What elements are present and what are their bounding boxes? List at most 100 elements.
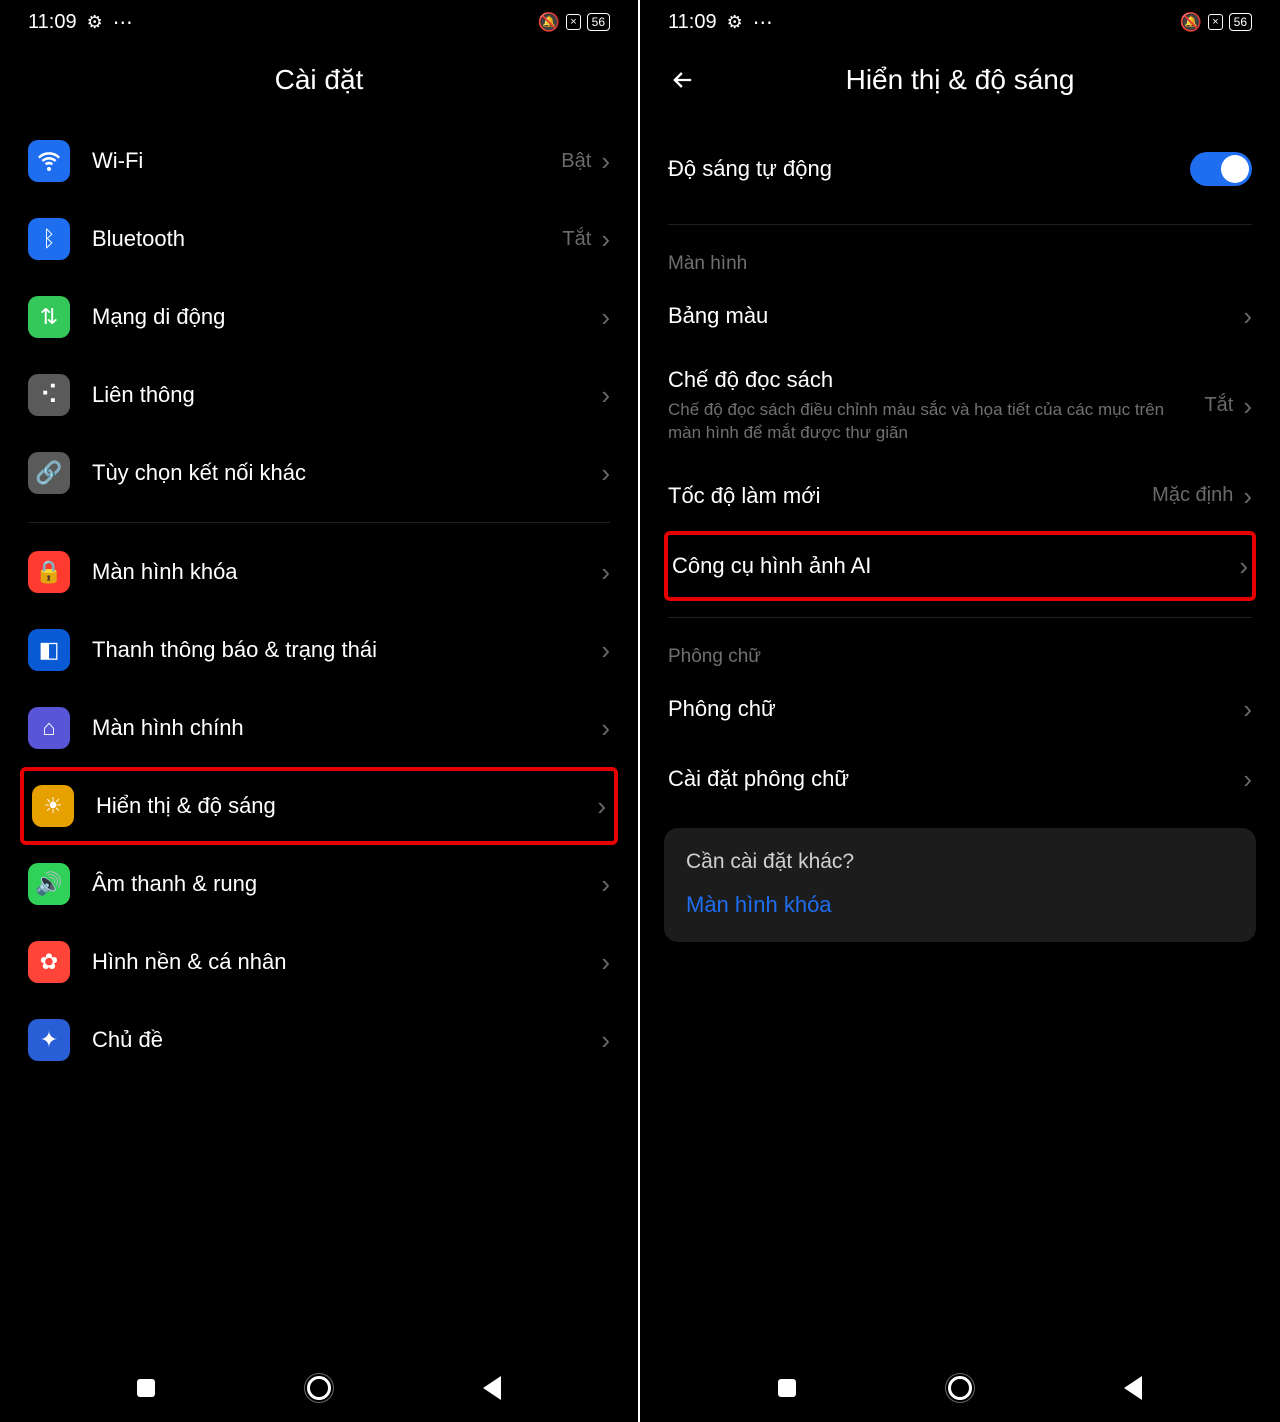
- battery-icon: 56: [1229, 13, 1252, 31]
- chevron-right-icon: ›: [1243, 303, 1252, 329]
- settings-list[interactable]: Wi-FiBật › ᛒ BluetoothTắt › ⇅Mạng di động› ⠪ Li…: [0, 116, 638, 1354]
- settings-row-lockscreen[interactable]: 🔒Màn hình khóa›: [0, 533, 638, 611]
- row-label: Màn hình chính: [92, 715, 601, 741]
- page-title: Cài đặt: [275, 64, 364, 96]
- row-value: Mặc định: [1152, 484, 1233, 507]
- display-settings-screen: 11:09 ⚙ ⋯ 🔕 × 56 Hiển thị & độ sáng Độ s…: [640, 0, 1280, 1422]
- settings-row-mobile-data[interactable]: ⇅Mạng di động›: [0, 278, 638, 356]
- status-time: 11:09: [668, 11, 717, 34]
- no-sim-icon: ×: [1208, 14, 1222, 30]
- row-label: Màn hình khóa: [92, 559, 601, 585]
- auto-brightness-row[interactable]: Độ sáng tự động: [640, 122, 1280, 216]
- mute-icon: 🔕: [1180, 12, 1202, 33]
- row-label: Tốc độ làm mới: [668, 483, 1152, 509]
- row-value: Tắt: [562, 228, 591, 251]
- nav-home-button[interactable]: [942, 1370, 978, 1406]
- more-dots-icon: ⋯: [753, 10, 775, 35]
- flower-icon: ✿: [28, 941, 70, 983]
- status-time: 11:09: [28, 11, 77, 34]
- row-label: Công cụ hình ảnh AI: [672, 553, 1239, 579]
- divider: [28, 522, 610, 523]
- chevron-right-icon: ›: [1243, 483, 1252, 509]
- nav-home-button[interactable]: [301, 1370, 337, 1406]
- status-bar: 11:09 ⚙ ⋯ 🔕 × 56: [0, 0, 638, 44]
- row-label: Wi-Fi: [92, 148, 561, 174]
- status-bar: 11:09 ⚙ ⋯ 🔕 × 56: [640, 0, 1280, 44]
- chevron-right-icon: ›: [601, 460, 610, 486]
- ai-image-tool-row[interactable]: Công cụ hình ảnh AI ›: [664, 531, 1256, 601]
- color-palette-row[interactable]: Bảng màu ›: [640, 281, 1280, 351]
- row-label: Thanh thông báo & trạng thái: [92, 637, 601, 663]
- row-value: Tắt: [1204, 394, 1233, 417]
- nav-back-button[interactable]: [474, 1370, 510, 1406]
- row-label: Phông chữ: [668, 696, 1243, 722]
- square-icon: ◧: [28, 629, 70, 671]
- nav-recent-button[interactable]: [128, 1370, 164, 1406]
- display-settings-list[interactable]: Độ sáng tự động Màn hình Bảng màu › Chế …: [640, 116, 1280, 1354]
- settings-row-sound[interactable]: 🔊 Âm thanh & rung›: [0, 845, 638, 923]
- settings-row-more-conn[interactable]: 🔗 Tùy chọn kết nối khác›: [0, 434, 638, 512]
- nav-bar: [0, 1354, 638, 1422]
- row-label: Liên thông: [92, 382, 601, 408]
- row-label: Bluetooth: [92, 226, 562, 252]
- row-value: Bật: [561, 150, 591, 173]
- battery-icon: 56: [587, 13, 610, 31]
- page-title: Hiển thị & độ sáng: [846, 64, 1075, 96]
- chevron-right-icon: ›: [1243, 393, 1252, 419]
- nav-recent-button[interactable]: [769, 1370, 805, 1406]
- settings-row-statusbar[interactable]: ◧ Thanh thông báo & trạng thái›: [0, 611, 638, 689]
- settings-screen: 11:09 ⚙ ⋯ 🔕 × 56 Cài đặt Wi-FiBật › ᛒ Bluet…: [0, 0, 640, 1422]
- speaker-icon: 🔊: [28, 863, 70, 905]
- dots-icon: ⠪: [28, 374, 70, 416]
- settings-row-wallpaper[interactable]: ✿ Hình nền & cá nhân›: [0, 923, 638, 1001]
- reading-mode-row[interactable]: Chế độ đọc sách Chế độ đọc sách điều chỉ…: [640, 351, 1280, 461]
- nav-back-button[interactable]: [1115, 1370, 1151, 1406]
- related-settings-card: Cần cài đặt khác? Màn hình khóa: [664, 828, 1256, 942]
- row-label: Mạng di động: [92, 304, 601, 330]
- more-dots-icon: ⋯: [113, 10, 135, 35]
- link-icon: 🔗: [28, 452, 70, 494]
- gear-icon: ⚙: [727, 12, 743, 33]
- row-label: Bảng màu: [668, 303, 1243, 329]
- row-label: Hiển thị & độ sáng: [96, 793, 597, 819]
- row-description: Chế độ đọc sách điều chỉnh màu sắc và họ…: [668, 399, 1204, 445]
- lock-icon: 🔒: [28, 551, 70, 593]
- mute-icon: 🔕: [538, 12, 560, 33]
- font-settings-row[interactable]: Cài đặt phông chữ ›: [640, 744, 1280, 814]
- wifi-icon: [28, 140, 70, 182]
- chevron-right-icon: ›: [601, 715, 610, 741]
- wand-icon: ✦: [28, 1019, 70, 1061]
- row-label: Âm thanh & rung: [92, 871, 601, 897]
- screen-header: Hiển thị & độ sáng: [640, 44, 1280, 116]
- row-label: Chế độ đọc sách: [668, 367, 1204, 393]
- row-label: Cài đặt phông chữ: [668, 766, 1243, 792]
- back-button[interactable]: [668, 65, 698, 95]
- settings-row-bluetooth[interactable]: ᛒ BluetoothTắt ›: [0, 200, 638, 278]
- row-label: Tùy chọn kết nối khác: [92, 460, 601, 486]
- chevron-right-icon: ›: [601, 871, 610, 897]
- no-sim-icon: ×: [566, 14, 580, 30]
- chevron-right-icon: ›: [601, 637, 610, 663]
- chevron-right-icon: ›: [597, 793, 606, 819]
- row-label: Hình nền & cá nhân: [92, 949, 601, 975]
- font-row[interactable]: Phông chữ ›: [640, 674, 1280, 744]
- settings-row-interconnect[interactable]: ⠪Liên thông›: [0, 356, 638, 434]
- divider: [668, 224, 1252, 225]
- section-header-screen: Màn hình: [640, 233, 1280, 281]
- section-header-font: Phông chữ: [640, 626, 1280, 674]
- chevron-right-icon: ›: [601, 148, 610, 174]
- settings-row-home[interactable]: ⌂Màn hình chính›: [0, 689, 638, 767]
- lock-screen-link[interactable]: Màn hình khóa: [686, 892, 1234, 918]
- settings-row-wifi[interactable]: Wi-FiBật ›: [0, 122, 638, 200]
- chevron-right-icon: ›: [1239, 553, 1248, 579]
- row-label: Chủ đề: [92, 1027, 601, 1053]
- bluetooth-icon: ᛒ: [28, 218, 70, 260]
- chevron-right-icon: ›: [601, 226, 610, 252]
- nav-bar: [640, 1354, 1280, 1422]
- auto-brightness-toggle[interactable]: [1190, 152, 1252, 186]
- chevron-right-icon: ›: [601, 949, 610, 975]
- settings-row-display[interactable]: ☀Hiển thị & độ sáng›: [20, 767, 618, 845]
- settings-row-theme[interactable]: ✦Chủ đề›: [0, 1001, 638, 1079]
- card-title: Cần cài đặt khác?: [686, 850, 1234, 874]
- refresh-rate-row[interactable]: Tốc độ làm mới Mặc định ›: [640, 461, 1280, 531]
